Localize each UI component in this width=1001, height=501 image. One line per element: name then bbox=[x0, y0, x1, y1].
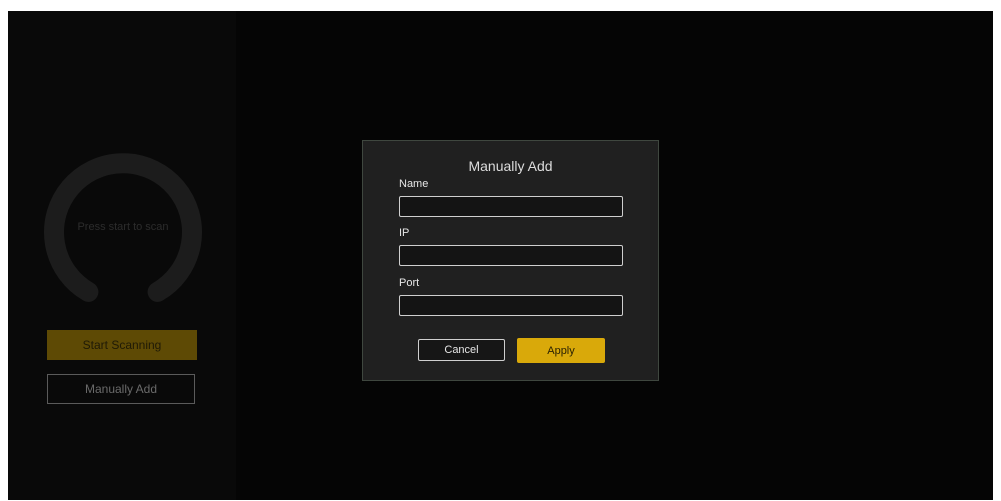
scan-progress-ring bbox=[38, 148, 208, 318]
ip-input[interactable] bbox=[399, 245, 623, 266]
name-label: Name bbox=[399, 178, 429, 190]
name-input[interactable] bbox=[399, 196, 623, 217]
scan-panel: Press start to scan Start Scanning Manua… bbox=[8, 11, 236, 500]
app-screen: Press start to scan Start Scanning Manua… bbox=[8, 11, 993, 500]
start-scanning-button[interactable]: Start Scanning bbox=[47, 330, 197, 360]
manually-add-dialog: Manually Add Name IP Port Cancel Apply bbox=[362, 140, 659, 381]
manually-add-button[interactable]: Manually Add bbox=[47, 374, 195, 404]
scan-hint-text: Press start to scan bbox=[77, 221, 169, 233]
cancel-button[interactable]: Cancel bbox=[418, 339, 505, 361]
apply-button[interactable]: Apply bbox=[517, 338, 605, 363]
dialog-title: Manually Add bbox=[468, 158, 553, 174]
port-input[interactable] bbox=[399, 295, 623, 316]
ip-label: IP bbox=[399, 227, 410, 239]
port-label: Port bbox=[399, 277, 420, 289]
